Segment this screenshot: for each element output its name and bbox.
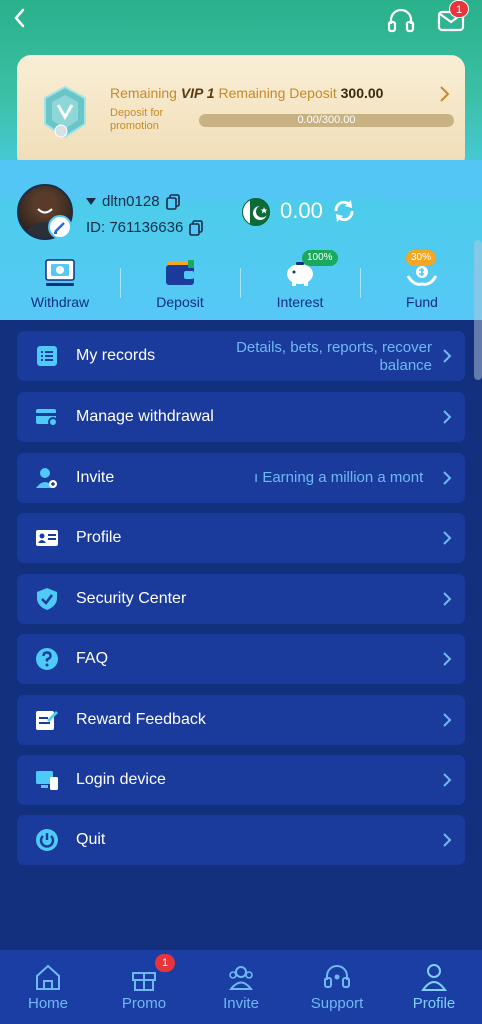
withdraw-icon bbox=[45, 259, 75, 286]
mail-unread-badge: 1 bbox=[449, 0, 469, 18]
withdraw-label: Withdraw bbox=[30, 294, 90, 310]
menu-item-reward-feedback[interactable]: Reward Feedback bbox=[17, 695, 465, 745]
card-settings-icon bbox=[36, 409, 58, 427]
menu-item-invite[interactable]: Invite ı Earning a million a mont bbox=[17, 453, 465, 503]
chevron-right-icon bbox=[443, 833, 452, 847]
scrollbar[interactable] bbox=[474, 240, 482, 380]
interest-badge: 100% bbox=[302, 250, 338, 266]
gift-icon bbox=[132, 972, 156, 991]
menu-label: Manage withdrawal bbox=[76, 408, 214, 425]
nav-profile[interactable]: Profile bbox=[386, 950, 482, 1024]
vip-progress-text: 0.00/300.00 bbox=[297, 114, 356, 126]
nav-label: Promo bbox=[121, 995, 167, 1012]
menu-label: Login device bbox=[76, 771, 166, 788]
fund-action[interactable]: 30% Fund bbox=[362, 250, 482, 316]
username-row: dltn0128 bbox=[86, 193, 180, 210]
menu-item-faq[interactable]: FAQ bbox=[17, 634, 465, 684]
wallet-icon bbox=[166, 260, 194, 285]
menu-label: Quit bbox=[76, 831, 106, 848]
divider bbox=[360, 268, 361, 298]
chevron-right-icon bbox=[440, 86, 450, 102]
vip-progress-card[interactable]: Remaining VIP 1 Remaining Deposit 300.00… bbox=[17, 55, 465, 170]
nav-label: Home bbox=[27, 995, 68, 1012]
username: dltn0128 bbox=[102, 193, 160, 210]
deposit-action[interactable]: Deposit bbox=[120, 254, 240, 316]
vip-remaining-text: Remaining VIP 1 Remaining Deposit 300.00 bbox=[110, 85, 384, 101]
menu-label: FAQ bbox=[76, 650, 109, 667]
vip-shield-icon bbox=[44, 85, 86, 139]
bottom-navigation: Home Promo Invite Support Profile bbox=[0, 950, 482, 1024]
nav-invite[interactable]: Invite bbox=[193, 950, 289, 1024]
menu-label: My records bbox=[76, 347, 156, 364]
deposit-label: Deposit bbox=[156, 294, 204, 310]
records-list-icon bbox=[37, 346, 57, 366]
headset-icon bbox=[324, 965, 350, 988]
vip-level: VIP 1 bbox=[180, 85, 215, 101]
user-id-row: ID: 761136636 bbox=[86, 219, 204, 236]
chevron-right-icon bbox=[443, 652, 452, 666]
copy-icon[interactable] bbox=[165, 193, 180, 210]
menu-item-security-center[interactable]: Security Center bbox=[17, 574, 465, 624]
back-button[interactable] bbox=[8, 4, 32, 32]
menu-item-login-device[interactable]: Login device bbox=[17, 755, 465, 805]
header-curve bbox=[0, 160, 482, 200]
nav-label: Profile bbox=[412, 995, 456, 1012]
support-button[interactable] bbox=[386, 6, 416, 34]
home-icon bbox=[36, 964, 60, 990]
menu-item-profile[interactable]: Profile bbox=[17, 513, 465, 563]
withdraw-action[interactable]: Withdraw bbox=[0, 254, 120, 316]
menu-label: Profile bbox=[76, 529, 122, 546]
menu-item-my-records[interactable]: My records Details, bets, reports, recov… bbox=[17, 331, 465, 381]
wallet-balance: 0.00 bbox=[280, 198, 323, 223]
copy-icon[interactable] bbox=[189, 219, 204, 236]
chevron-right-icon bbox=[443, 531, 452, 545]
currency-flag-icon bbox=[242, 198, 270, 226]
menu-item-manage-withdrawal[interactable]: Manage withdrawal bbox=[17, 392, 465, 442]
edit-pencil-icon bbox=[54, 222, 65, 234]
nav-label: Invite bbox=[223, 995, 259, 1012]
chevron-right-icon bbox=[443, 713, 452, 727]
nav-support[interactable]: Support bbox=[289, 950, 385, 1024]
menu-hint-marquee: ı Earning a million a mont bbox=[254, 469, 424, 486]
top-bar: 1 bbox=[0, 0, 482, 40]
vip-remaining-amount: 300.00 bbox=[340, 85, 384, 101]
id-card-icon bbox=[36, 530, 58, 546]
menu-label: Security Center bbox=[76, 590, 187, 607]
fund-label: Fund bbox=[406, 294, 438, 310]
chevron-right-icon bbox=[443, 410, 452, 424]
promo-badge: 1 bbox=[155, 954, 175, 972]
menu-hint: Details, bets, reports, recover balance bbox=[236, 339, 432, 374]
chevron-left-icon bbox=[14, 8, 25, 28]
shield-check-icon bbox=[37, 588, 57, 610]
interest-label: Interest bbox=[276, 294, 324, 310]
power-icon bbox=[36, 829, 58, 851]
devices-icon bbox=[36, 771, 58, 790]
refresh-icon[interactable] bbox=[331, 198, 357, 224]
avatar-edit-button[interactable] bbox=[48, 215, 72, 239]
edit-note-icon bbox=[36, 711, 58, 730]
quick-actions-bar: Withdraw Deposit 100% Interest 30% Fund bbox=[0, 250, 482, 316]
nav-promo[interactable]: Promo bbox=[96, 950, 192, 1024]
menu-item-quit[interactable]: Quit bbox=[17, 815, 465, 865]
nav-label: Support bbox=[310, 995, 364, 1012]
vip-deposit-note: Deposit for promotion bbox=[110, 107, 164, 132]
caret-down-icon[interactable] bbox=[86, 197, 96, 206]
vip-progress-bar: 0.00/300.00 bbox=[199, 114, 454, 127]
fund-badge: 30% bbox=[406, 250, 437, 266]
headset-icon bbox=[387, 8, 415, 33]
user-invite-icon bbox=[36, 468, 57, 488]
menu-label: Invite bbox=[76, 469, 115, 486]
chevron-right-icon bbox=[443, 471, 452, 485]
user-icon bbox=[421, 964, 447, 991]
nav-home[interactable]: Home bbox=[0, 950, 96, 1024]
interest-action[interactable]: 100% Interest bbox=[240, 250, 360, 316]
menu-label: Reward Feedback bbox=[76, 711, 206, 728]
chevron-right-icon bbox=[443, 773, 452, 787]
chevron-right-icon bbox=[443, 349, 452, 363]
users-icon bbox=[228, 966, 254, 990]
chevron-right-icon bbox=[443, 592, 452, 606]
user-id: ID: 761136636 bbox=[86, 219, 184, 236]
question-circle-icon bbox=[36, 648, 58, 670]
